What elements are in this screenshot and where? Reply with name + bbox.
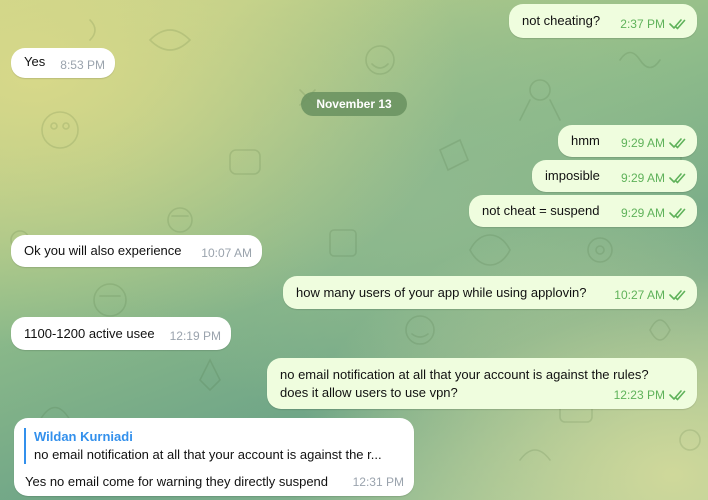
message-bubble-incoming-reply[interactable]: Wildan Kurniadi no email notification at… bbox=[14, 418, 414, 496]
message-bubble-incoming[interactable]: 1100-1200 active usee 12:19 PM bbox=[11, 317, 231, 350]
message-time: 9:29 AM bbox=[620, 206, 665, 220]
message-meta: 9:29 AM bbox=[621, 169, 687, 187]
message-text: not cheating? bbox=[522, 13, 601, 28]
message-meta: 12:31 PM bbox=[353, 473, 404, 491]
message-meta: 9:29 AM bbox=[621, 134, 687, 152]
message-bubble-incoming[interactable]: Ok you will also experience 10:07 AM bbox=[11, 235, 262, 267]
message-text: Ok you will also experience bbox=[24, 243, 182, 258]
message-meta: 10:27 AM bbox=[614, 286, 687, 304]
reply-author: Wildan Kurniadi bbox=[34, 429, 133, 444]
message-meta: 12:19 PM bbox=[170, 327, 221, 345]
message-text: Yes bbox=[24, 54, 46, 69]
message-time: 9:29 AM bbox=[620, 136, 665, 150]
double-check-icon bbox=[669, 390, 686, 401]
message-text: hmm bbox=[571, 133, 600, 148]
message-text: 1100-1200 active usee bbox=[24, 326, 155, 341]
message-time: 9:29 AM bbox=[620, 171, 665, 185]
message-meta: 10:07 AM bbox=[201, 244, 252, 262]
double-check-icon bbox=[669, 138, 686, 149]
message-time: 12:19 PM bbox=[169, 329, 221, 343]
message-meta: 8:53 PM bbox=[60, 56, 105, 74]
message-text-line-1: no email notification at all that your a… bbox=[280, 367, 649, 382]
message-time: 12:31 PM bbox=[352, 475, 404, 489]
double-check-icon bbox=[669, 173, 686, 184]
double-check-icon bbox=[669, 208, 686, 219]
message-bubble-outgoing[interactable]: not cheating? 2:37 PM bbox=[509, 4, 697, 38]
message-meta: 9:29 AM bbox=[621, 204, 687, 222]
message-time: 10:27 AM bbox=[614, 288, 665, 302]
message-time: 12:23 PM bbox=[613, 388, 665, 402]
message-time: 10:07 AM bbox=[201, 246, 252, 260]
message-bubble-outgoing[interactable]: hmm 9:29 AM bbox=[558, 125, 697, 157]
message-bubble-outgoing[interactable]: no email notification at all that your a… bbox=[267, 358, 697, 409]
double-check-icon bbox=[669, 19, 686, 30]
message-meta: 12:23 PM bbox=[614, 386, 687, 404]
message-time: 8:53 PM bbox=[60, 58, 105, 72]
message-text: imposible bbox=[545, 168, 600, 183]
message-time: 2:37 PM bbox=[620, 17, 665, 31]
message-text: not cheat = suspend bbox=[482, 203, 600, 218]
reply-quote: no email notification at all that your a… bbox=[34, 447, 382, 462]
reply-preview[interactable]: Wildan Kurniadi no email notification at… bbox=[24, 428, 404, 464]
chat-history[interactable]: not cheating? 2:37 PM Yes 8:53 PM Novemb… bbox=[0, 0, 708, 500]
message-bubble-outgoing[interactable]: how many users of your app while using a… bbox=[283, 276, 697, 309]
message-bubble-outgoing[interactable]: not cheat = suspend 9:29 AM bbox=[469, 195, 697, 227]
message-text-line-2: does it allow users to use vpn? bbox=[280, 385, 458, 400]
double-check-icon bbox=[669, 290, 686, 301]
message-text: how many users of your app while using a… bbox=[296, 285, 587, 300]
message-text: Yes no email come for warning they direc… bbox=[25, 474, 329, 489]
message-meta: 2:37 PM bbox=[620, 15, 687, 33]
date-separator: November 13 bbox=[301, 92, 407, 116]
message-bubble-incoming[interactable]: Yes 8:53 PM bbox=[11, 48, 115, 78]
message-bubble-outgoing[interactable]: imposible 9:29 AM bbox=[532, 160, 697, 192]
